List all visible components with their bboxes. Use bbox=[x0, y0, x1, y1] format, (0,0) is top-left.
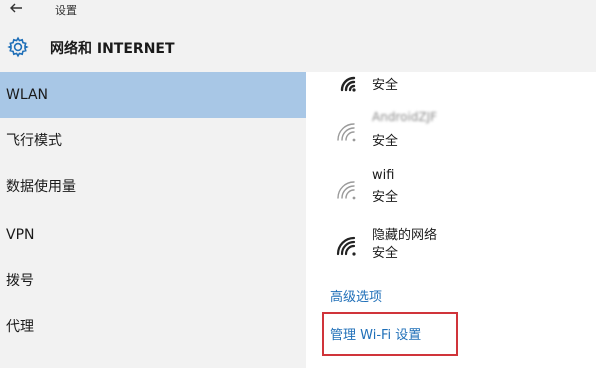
page-title: 网络和 INTERNET bbox=[50, 41, 175, 57]
sidebar-item-label: 拨号 bbox=[6, 273, 34, 289]
network-status: 安全 bbox=[372, 78, 399, 93]
network-status: 安全 bbox=[372, 246, 399, 261]
gear-icon bbox=[7, 36, 29, 58]
sidebar-item-wlan[interactable]: WLAN bbox=[0, 72, 306, 118]
network-name: 隐藏的网络 bbox=[372, 228, 438, 243]
sidebar-item-airplane-mode[interactable]: 飞行模式 bbox=[0, 118, 306, 164]
wifi-signal-strong-icon bbox=[340, 76, 356, 92]
network-item[interactable]: AndroidZJF 安全 bbox=[334, 110, 584, 152]
network-status: 安全 bbox=[372, 134, 399, 149]
wifi-network-list: 安全 AndroidZJF 安全 wifi 安全 隐藏的网络 安全 高级选项 管… bbox=[306, 72, 596, 368]
sidebar-item-dialup[interactable]: 拨号 bbox=[0, 258, 306, 304]
network-item[interactable]: wifi 安全 bbox=[334, 168, 584, 210]
network-item[interactable]: 安全 bbox=[334, 68, 584, 110]
sidebar: WLAN 飞行模式 数据使用量 VPN 拨号 代理 bbox=[0, 72, 306, 368]
sidebar-item-vpn[interactable]: VPN bbox=[0, 212, 306, 258]
window-title: 设置 bbox=[55, 4, 77, 17]
sidebar-item-label: WLAN bbox=[6, 87, 49, 103]
sidebar-item-label: 飞行模式 bbox=[6, 133, 62, 149]
network-item[interactable]: 隐藏的网络 安全 bbox=[334, 224, 584, 266]
manage-wifi-settings-link[interactable]: 管理 Wi-Fi 设置 bbox=[330, 324, 421, 343]
wifi-signal-weak-icon bbox=[337, 181, 356, 200]
back-arrow-icon[interactable] bbox=[8, 0, 24, 16]
sidebar-item-data-usage[interactable]: 数据使用量 bbox=[0, 164, 306, 210]
sidebar-item-label: 代理 bbox=[6, 319, 34, 335]
sidebar-item-label: VPN bbox=[6, 227, 35, 243]
sidebar-item-proxy[interactable]: 代理 bbox=[0, 304, 306, 350]
network-name: AndroidZJF bbox=[372, 110, 438, 124]
wifi-signal-weak-icon bbox=[337, 123, 356, 142]
network-status: 安全 bbox=[372, 190, 399, 205]
network-name: wifi bbox=[372, 168, 395, 183]
title-bar: 设置 网络和 INTERNET bbox=[0, 0, 596, 72]
sidebar-item-label: 数据使用量 bbox=[6, 179, 76, 195]
advanced-options-link[interactable]: 高级选项 bbox=[330, 286, 382, 305]
wifi-signal-strong-icon bbox=[336, 236, 356, 256]
